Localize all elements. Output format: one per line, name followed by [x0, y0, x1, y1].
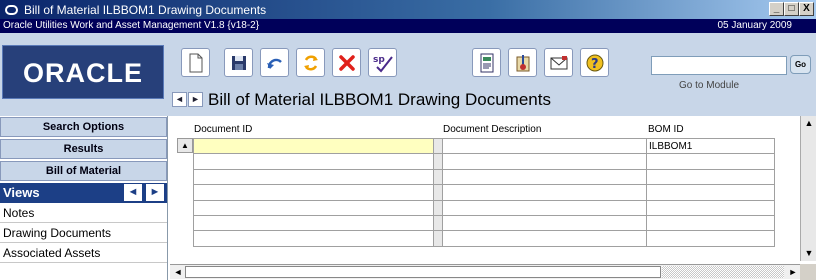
- scrollbar-corner: [800, 264, 816, 280]
- next-page-button[interactable]: ►: [188, 92, 203, 107]
- help-icon[interactable]: ?: [580, 48, 609, 77]
- spell-check-icon[interactable]: sp: [368, 48, 397, 77]
- results-button[interactable]: Results: [0, 139, 167, 159]
- document-id-cell[interactable]: [193, 153, 434, 170]
- page-title: Bill of Material ILBBOM1 Drawing Documen…: [208, 90, 551, 109]
- maximize-button[interactable]: □: [784, 2, 799, 16]
- view-item-associated-assets[interactable]: Associated Assets: [0, 243, 167, 263]
- bom-id-cell[interactable]: [646, 230, 775, 247]
- save-icon[interactable]: [224, 48, 253, 77]
- current-row-indicator: ▲: [177, 138, 193, 153]
- views-header: Views ◄ ►: [0, 183, 167, 203]
- page-navigation: ◄ ►: [172, 92, 203, 107]
- minimize-button[interactable]: _: [769, 2, 784, 16]
- document-description-cell[interactable]: [442, 137, 647, 155]
- views-label: Views: [3, 185, 40, 200]
- scroll-down-icon[interactable]: ▼: [801, 246, 816, 261]
- lookup-cell[interactable]: [433, 168, 443, 186]
- column-header-bom-id[interactable]: BOM ID: [648, 124, 684, 135]
- search-options-button[interactable]: Search Options: [0, 117, 167, 137]
- view-item-notes[interactable]: Notes: [0, 203, 167, 223]
- bom-id-cell[interactable]: [646, 184, 775, 201]
- window-controls: _ □ X: [769, 2, 814, 16]
- app-info-bar: Oracle Utilities Work and Asset Manageme…: [0, 19, 816, 33]
- lookup-cell[interactable]: [433, 214, 443, 232]
- document-id-cell[interactable]: [193, 214, 434, 232]
- go-to-module-input[interactable]: [651, 56, 787, 75]
- window-title: Bill of Material ILBBOM1 Drawing Documen…: [24, 2, 267, 17]
- bom-id-cell[interactable]: [646, 153, 775, 170]
- document-id-cell[interactable]: [193, 199, 434, 216]
- new-document-icon[interactable]: [181, 48, 210, 77]
- bom-id-cell[interactable]: [646, 168, 775, 186]
- lookup-cell[interactable]: [433, 184, 443, 201]
- horizontal-scroll-thumb[interactable]: [185, 266, 661, 278]
- left-panel: Search Options Results Bill of Material …: [0, 116, 168, 280]
- window-system-icon[interactable]: [5, 4, 18, 15]
- table-row[interactable]: [193, 153, 775, 170]
- table-row[interactable]: ILBBOM1: [193, 137, 775, 155]
- delete-icon[interactable]: [332, 48, 361, 77]
- bom-id-cell[interactable]: [646, 214, 775, 232]
- table-row[interactable]: [193, 168, 775, 186]
- app-name: Oracle Utilities Work and Asset Manageme…: [3, 20, 260, 31]
- go-button[interactable]: Go: [790, 55, 811, 74]
- grid-table: ILBBOM1: [193, 137, 775, 247]
- document-id-cell[interactable]: [193, 168, 434, 186]
- scroll-right-icon[interactable]: ►: [785, 265, 801, 280]
- column-header-document-id[interactable]: Document ID: [194, 124, 252, 135]
- oracle-logo: ORACLE: [2, 45, 164, 99]
- scroll-left-icon[interactable]: ◄: [170, 265, 186, 280]
- attachment-icon[interactable]: [508, 48, 537, 77]
- document-description-cell[interactable]: [442, 199, 647, 216]
- scroll-up-icon[interactable]: ▲: [801, 116, 816, 131]
- bill-of-material-button[interactable]: Bill of Material: [0, 161, 167, 181]
- table-row[interactable]: [193, 214, 775, 232]
- document-description-cell[interactable]: [442, 168, 647, 186]
- lookup-cell[interactable]: [433, 137, 443, 155]
- bom-id-cell[interactable]: [646, 199, 775, 216]
- table-row[interactable]: [193, 199, 775, 216]
- bom-id-cell[interactable]: ILBBOM1: [646, 137, 775, 155]
- table-row[interactable]: [193, 230, 775, 247]
- document-description-cell[interactable]: [442, 230, 647, 247]
- report-icon[interactable]: [472, 48, 501, 77]
- current-date: 05 January 2009: [717, 20, 792, 31]
- table-row[interactable]: [193, 184, 775, 201]
- refresh-icon[interactable]: [296, 48, 325, 77]
- document-id-cell[interactable]: [193, 230, 434, 247]
- document-id-cell[interactable]: [193, 184, 434, 201]
- horizontal-scroll-track[interactable]: [662, 266, 784, 278]
- document-description-cell[interactable]: [442, 184, 647, 201]
- close-button[interactable]: X: [799, 2, 814, 16]
- previous-page-button[interactable]: ◄: [172, 92, 187, 107]
- vertical-scrollbar[interactable]: ▲ ▼: [800, 116, 816, 261]
- email-icon[interactable]: [544, 48, 573, 77]
- go-to-module-label: Go to Module: [679, 80, 740, 91]
- views-next-button[interactable]: ►: [146, 184, 164, 201]
- documents-grid: Document ID Document Description BOM ID …: [169, 116, 816, 280]
- svg-text:sp: sp: [373, 55, 385, 65]
- horizontal-scrollbar[interactable]: ◄ ►: [170, 264, 801, 279]
- views-prev-button[interactable]: ◄: [124, 184, 142, 201]
- undo-icon[interactable]: [260, 48, 289, 77]
- lookup-cell[interactable]: [433, 230, 443, 247]
- lookup-cell[interactable]: [433, 199, 443, 216]
- document-description-cell[interactable]: [442, 153, 647, 170]
- window-title-bar: Bill of Material ILBBOM1 Drawing Documen…: [0, 0, 816, 19]
- column-header-document-description[interactable]: Document Description: [443, 124, 541, 135]
- view-item-drawing-documents[interactable]: Drawing Documents: [0, 223, 167, 243]
- lookup-cell[interactable]: [433, 153, 443, 170]
- header-band: ORACLE sp ? Go Go to Module ◄ ► Bill of …: [0, 33, 816, 116]
- document-description-cell[interactable]: [442, 214, 647, 232]
- svg-text:?: ?: [591, 57, 599, 72]
- document-id-cell[interactable]: [193, 137, 434, 155]
